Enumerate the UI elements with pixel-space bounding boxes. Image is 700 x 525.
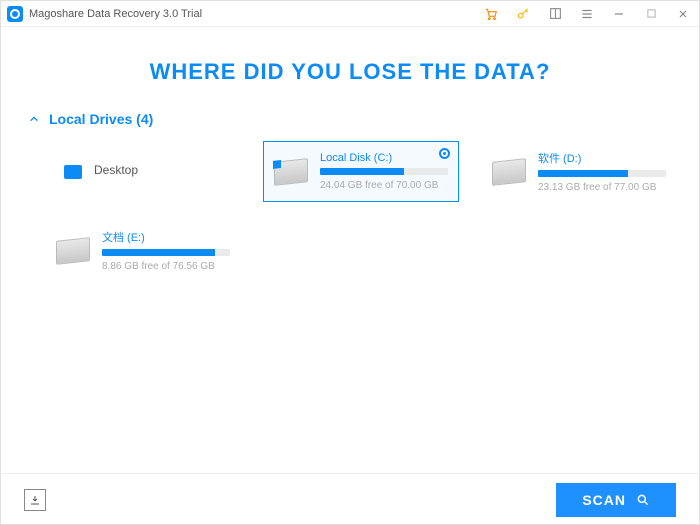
radio-icon [439,148,450,159]
app-icon [7,6,23,22]
maximize-button[interactable] [635,1,667,27]
drive-desktop[interactable]: Desktop [45,141,241,202]
usage-bar [102,249,230,256]
drive-name: 文档 (E:) [102,229,230,245]
scan-label: SCAN [582,492,626,508]
download-icon [29,494,41,506]
cart-icon[interactable] [475,1,507,27]
menu-icon[interactable] [571,1,603,27]
drive-free-space: 24.04 GB free of 70.00 GB [320,180,448,191]
usage-bar [538,170,666,177]
minimize-button[interactable] [603,1,635,27]
import-button[interactable] [24,489,46,511]
drive-name: Local Disk (C:) [320,152,448,164]
key-icon[interactable] [507,1,539,27]
drive-software-d[interactable]: 软件 (D:) 23.13 GB free of 77.00 GB [481,141,677,202]
hdd-icon [492,158,526,186]
close-button[interactable] [667,1,699,27]
drive-grid: Desktop Local Disk (C:) 24.04 GB free of… [1,141,699,281]
drive-local-disk-c[interactable]: Local Disk (C:) 24.04 GB free of 70.00 G… [263,141,459,202]
layout-icon[interactable] [539,1,571,27]
drive-free-space: 8.86 GB free of 76.56 GB [102,261,230,272]
drive-name: 软件 (D:) [538,150,666,166]
search-icon [636,493,650,507]
drive-documents-e[interactable]: 文档 (E:) 8.86 GB free of 76.56 GB [45,220,241,281]
app-title: Magoshare Data Recovery 3.0 Trial [29,8,202,20]
local-drives-header[interactable]: Local Drives (4) [1,111,699,127]
section-label: Local Drives (4) [49,111,153,127]
drive-free-space: 23.13 GB free of 77.00 GB [538,182,666,193]
scan-button[interactable]: SCAN [556,483,676,517]
hdd-icon [274,158,308,186]
chevron-up-icon [29,114,39,124]
page-title: WHERE DID YOU LOSE THE DATA? [1,59,699,85]
footer: SCAN [0,473,700,525]
hdd-icon [56,237,90,265]
titlebar: Magoshare Data Recovery 3.0 Trial [1,1,699,27]
desktop-icon [64,165,82,179]
drive-name: Desktop [94,163,230,177]
usage-bar [320,168,448,175]
